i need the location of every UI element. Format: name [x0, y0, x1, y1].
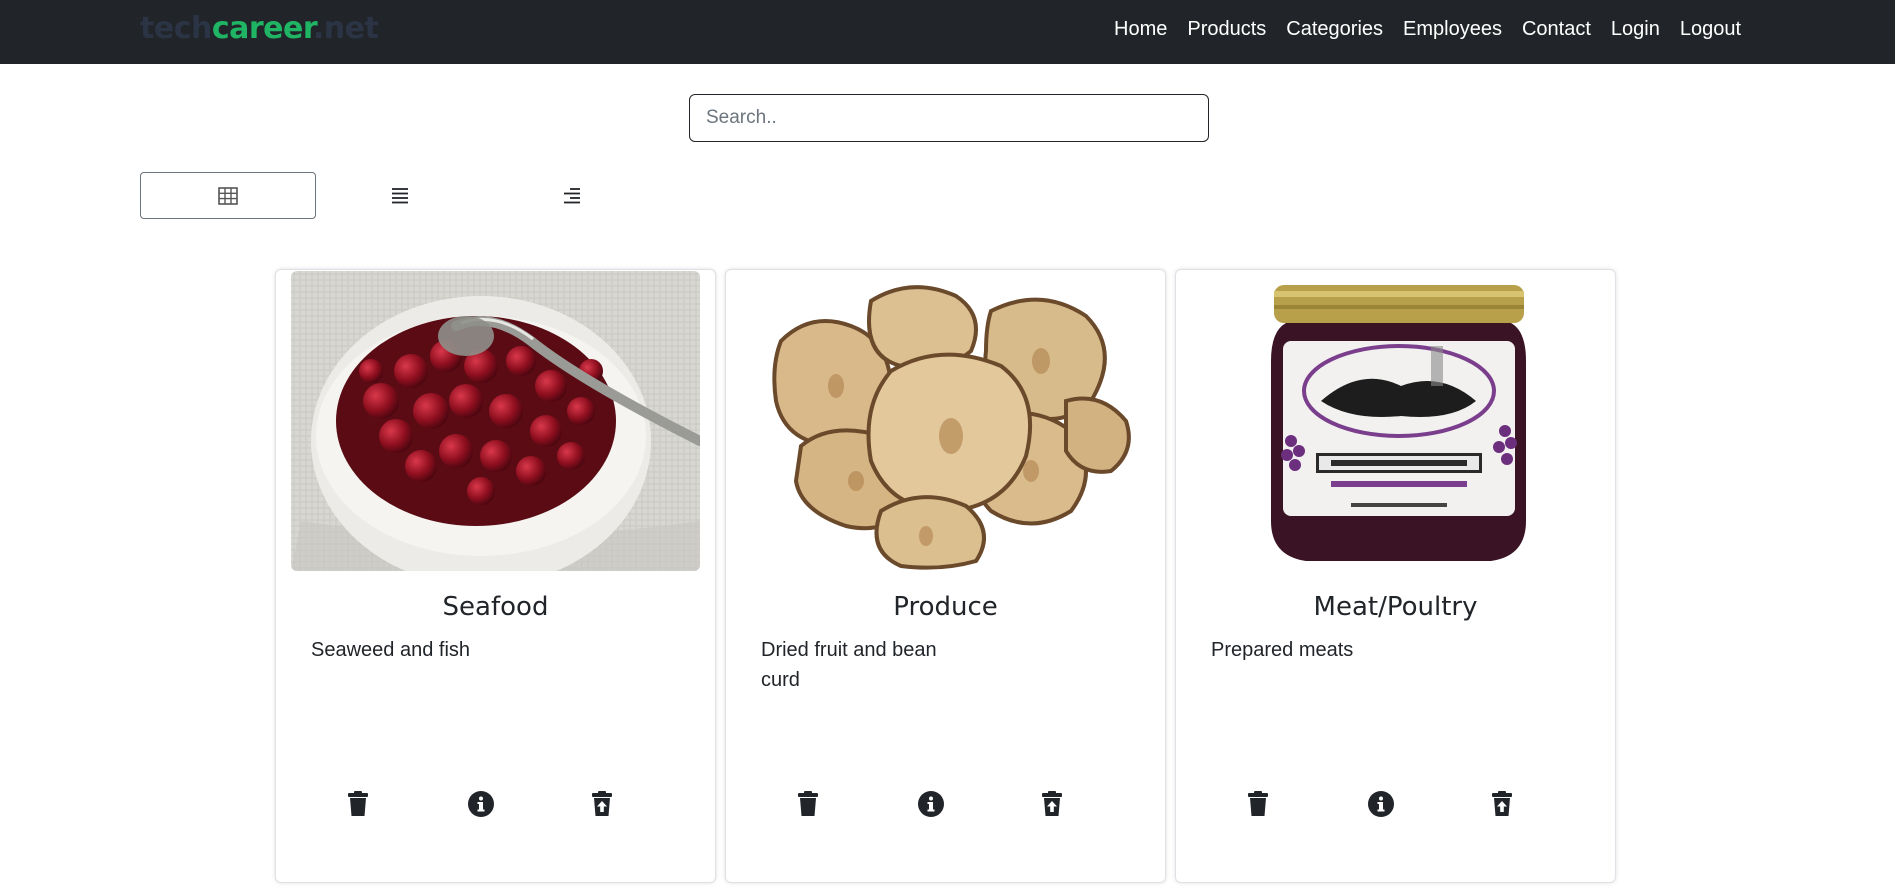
- cranberry-bowl-image: [291, 271, 700, 571]
- compact-view-button[interactable]: [484, 172, 660, 219]
- card-actions: [726, 788, 1165, 824]
- jam-jar-image: [1191, 271, 1600, 571]
- nav-categories[interactable]: Categories: [1276, 18, 1393, 41]
- search-input[interactable]: [689, 94, 1209, 142]
- trash-icon: [347, 790, 369, 822]
- nav-contact[interactable]: Contact: [1512, 18, 1601, 41]
- navbar: techcareer.net Home Products Categories …: [0, 0, 1895, 64]
- list-view-button[interactable]: [312, 172, 488, 219]
- card-description: Prepared meats: [1211, 639, 1354, 661]
- dried-pears-image: [741, 271, 1150, 571]
- brand-part-career: career: [211, 11, 314, 46]
- info-icon: [1368, 790, 1394, 822]
- card-title: Meat/Poultry: [1313, 592, 1478, 622]
- nav-employees[interactable]: Employees: [1393, 18, 1512, 41]
- brand-logo[interactable]: techcareer.net: [140, 11, 379, 46]
- grid-view-button[interactable]: [140, 172, 316, 219]
- restore-button[interactable]: [584, 788, 620, 824]
- list-icon: [391, 187, 409, 205]
- nav-login[interactable]: Login: [1601, 18, 1670, 41]
- card-actions: [276, 788, 715, 824]
- info-icon: [468, 790, 494, 822]
- info-button[interactable]: [1363, 788, 1399, 824]
- trash-restore-icon: [1491, 790, 1513, 822]
- category-card: Produce Dried fruit and bean curd: [725, 269, 1166, 883]
- brand-part-tech: tech: [140, 11, 212, 46]
- category-card: Seafood Seaweed and fish: [275, 269, 716, 883]
- nav-logout[interactable]: Logout: [1670, 18, 1751, 41]
- category-card: Meat/Poultry Prepared meats: [1175, 269, 1616, 883]
- trash-icon: [797, 790, 819, 822]
- info-icon: [918, 790, 944, 822]
- trash-restore-icon: [1041, 790, 1063, 822]
- delete-button[interactable]: [340, 788, 376, 824]
- brand-part-net: .net: [312, 11, 379, 46]
- card-description: Seaweed and fish: [311, 639, 471, 661]
- card-title: Produce: [893, 592, 998, 622]
- card-actions: [1176, 788, 1615, 824]
- trash-restore-icon: [591, 790, 613, 822]
- align-right-icon: [563, 187, 581, 205]
- info-button[interactable]: [463, 788, 499, 824]
- delete-button[interactable]: [790, 788, 826, 824]
- nav-home[interactable]: Home: [1104, 18, 1177, 41]
- trash-icon: [1247, 790, 1269, 822]
- card-title: Seafood: [442, 592, 549, 622]
- nav-links: Home Products Categories Employees Conta…: [1104, 18, 1751, 41]
- info-button[interactable]: [913, 788, 949, 824]
- search-box: [689, 94, 1209, 142]
- restore-button[interactable]: [1034, 788, 1070, 824]
- grid-icon: [218, 186, 238, 205]
- delete-button[interactable]: [1240, 788, 1276, 824]
- card-description: Dried fruit and bean curd: [761, 639, 937, 691]
- restore-button[interactable]: [1484, 788, 1520, 824]
- nav-products[interactable]: Products: [1177, 18, 1276, 41]
